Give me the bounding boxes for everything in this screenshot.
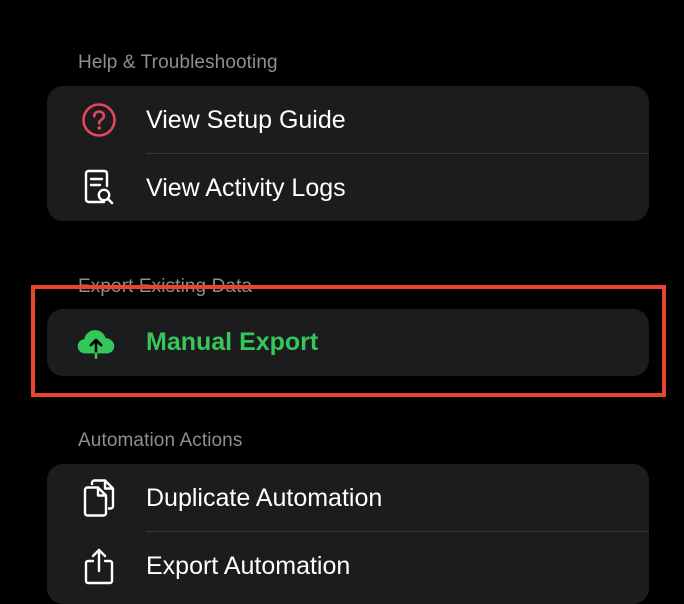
duplicate-automation-label: Duplicate Automation [146,483,383,512]
duplicate-icon [79,478,119,518]
export-automation-row[interactable]: Export Automation [47,532,649,600]
highlight-annotation-box [31,285,666,397]
help-group: View Setup Guide View Activity Logs [47,86,649,221]
document-search-icon [79,168,119,208]
view-activity-logs-label: View Activity Logs [146,173,346,202]
view-setup-guide-row[interactable]: View Setup Guide [47,86,649,154]
section-header-help: Help & Troubleshooting [78,52,278,73]
question-circle-icon [79,100,119,140]
settings-pane: Help & Troubleshooting View Setup Guide [0,0,684,604]
share-icon [79,546,119,586]
section-header-automation: Automation Actions [78,430,243,451]
view-activity-logs-row[interactable]: View Activity Logs [47,154,649,221]
export-automation-label: Export Automation [146,551,351,580]
view-setup-guide-label: View Setup Guide [146,105,346,134]
automation-group: Duplicate Automation Export Automation [47,464,649,604]
duplicate-automation-row[interactable]: Duplicate Automation [47,464,649,532]
